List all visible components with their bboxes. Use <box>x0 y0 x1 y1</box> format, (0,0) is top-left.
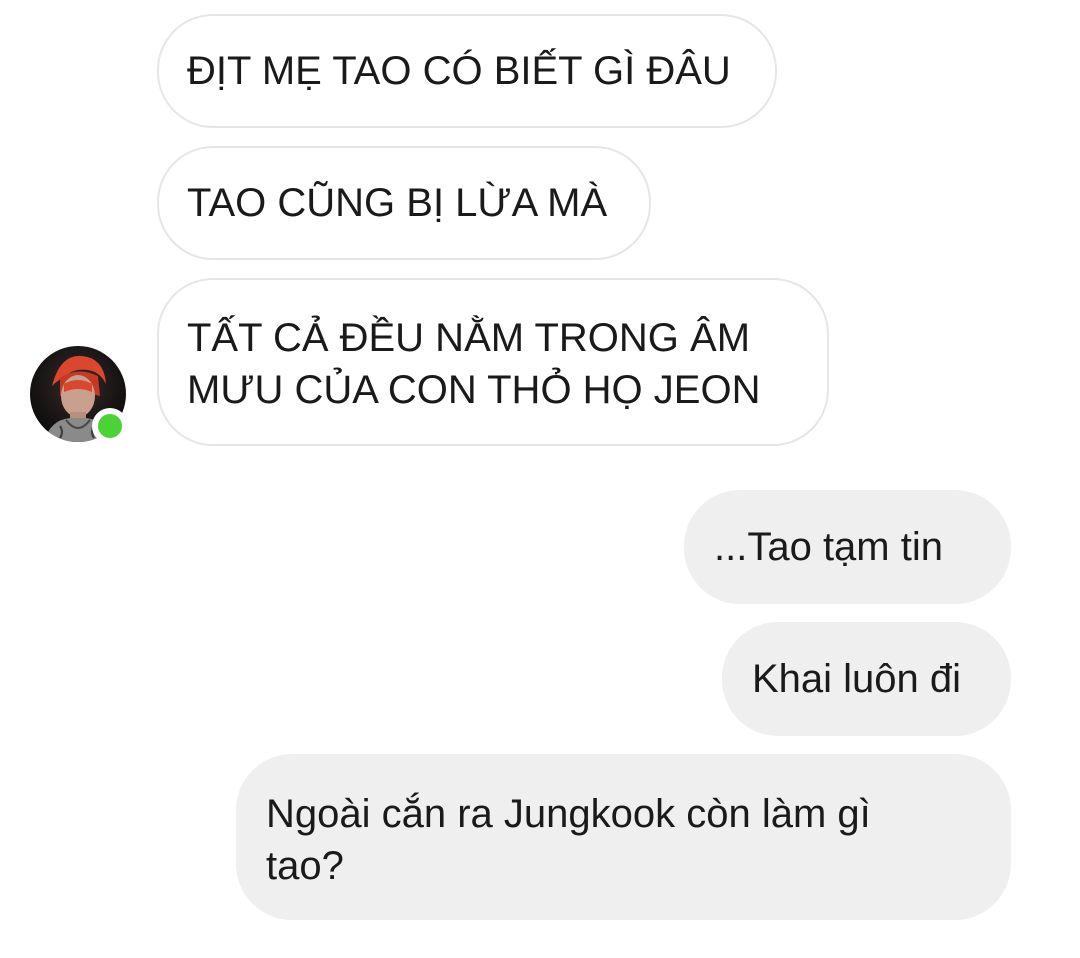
message-text: TAO CŨNG BỊ LỪA MÀ <box>187 181 608 225</box>
online-dot-icon <box>98 414 122 438</box>
message-text-line: Ngoài cắn ra Jungkook còn làm gì <box>266 792 871 836</box>
message-text: ...Tao tạm tin <box>714 525 943 569</box>
outgoing-message[interactable]: ...Tao tạm tin <box>684 490 1011 604</box>
incoming-message[interactable]: TAO CŨNG BỊ LỪA MÀ <box>157 146 651 260</box>
message-text-line: tao? <box>266 844 344 888</box>
message-text: ĐỊT MẸ TAO CÓ BIẾT GÌ ĐÂU <box>187 49 731 93</box>
message-text: Khai luôn đi <box>752 657 962 701</box>
message-text-line: TẤT CẢ ĐỀU NẰM TRONG ÂM <box>187 316 751 360</box>
outgoing-message[interactable]: Ngoài cắn ra Jungkook còn làm gì tao? <box>236 754 1011 920</box>
online-status-badge <box>92 408 128 444</box>
sender-avatar[interactable] <box>30 346 128 444</box>
incoming-message[interactable]: ĐỊT MẸ TAO CÓ BIẾT GÌ ĐÂU <box>157 14 777 128</box>
incoming-message[interactable]: TẤT CẢ ĐỀU NẰM TRONG ÂM MƯU CỦA CON THỎ … <box>157 278 829 446</box>
message-thread: ĐỊT MẸ TAO CÓ BIẾT GÌ ĐÂU TAO CŨNG BỊ LỪ… <box>0 0 1080 958</box>
outgoing-message[interactable]: Khai luôn đi <box>722 622 1011 736</box>
message-text-line: MƯU CỦA CON THỎ HỌ JEON <box>187 368 761 412</box>
